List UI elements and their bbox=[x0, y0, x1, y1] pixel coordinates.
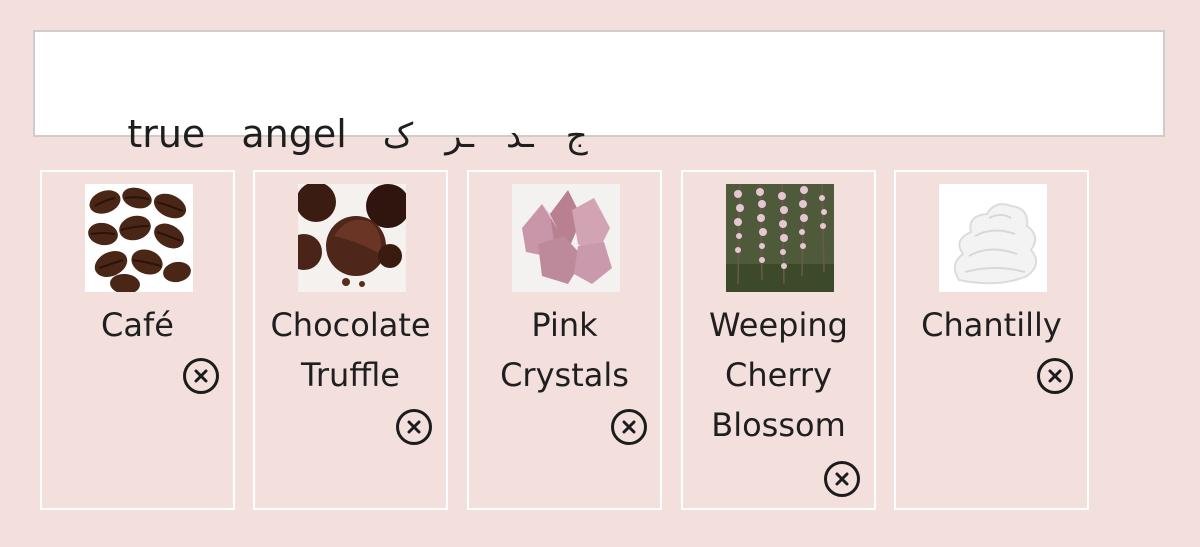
pink-crystals-image bbox=[512, 184, 620, 292]
card-label-line-2: Truffle bbox=[301, 356, 400, 394]
whipped-cream-image bbox=[939, 184, 1047, 292]
card-label-line-1: Pink bbox=[531, 306, 598, 344]
search-glyph-1: ک bbox=[382, 116, 414, 156]
cherry-blossom-image bbox=[726, 184, 834, 292]
chocolate-truffle-image bbox=[298, 184, 406, 292]
remove-cafe-button[interactable] bbox=[183, 358, 219, 394]
tag-card-cafe: Café bbox=[40, 170, 235, 510]
search-word-true: true bbox=[127, 112, 206, 156]
card-label-line-1: Chocolate bbox=[270, 306, 431, 344]
card-label: Chantilly bbox=[896, 300, 1087, 350]
search-glyph-3: ـد bbox=[505, 116, 534, 156]
search-glyph-2: ـر bbox=[445, 116, 474, 156]
card-label-line-2: Cherry bbox=[725, 356, 832, 394]
card-label: Chocolate Truffle bbox=[255, 300, 446, 400]
card-label-line-2: Crystals bbox=[500, 356, 629, 394]
close-icon bbox=[622, 420, 636, 434]
card-label: Café bbox=[42, 300, 233, 350]
card-label-line-1: Chantilly bbox=[921, 306, 1062, 344]
search-glyph-4: ج bbox=[565, 116, 588, 156]
card-label: Pink Crystals bbox=[469, 300, 660, 400]
search-word-angel: angel bbox=[241, 112, 347, 156]
search-input[interactable]: true angel ک ـر ـد ج bbox=[33, 30, 1165, 156]
close-icon bbox=[194, 369, 208, 383]
close-icon bbox=[1048, 369, 1062, 383]
tag-card-chantilly: Chantilly bbox=[894, 170, 1089, 510]
remove-chocolate-truffle-button[interactable] bbox=[396, 409, 432, 445]
close-icon bbox=[407, 420, 421, 434]
coffee-beans-image bbox=[85, 184, 193, 292]
card-label-line-1: Weeping bbox=[709, 306, 848, 344]
card-label-line-1: Café bbox=[101, 306, 174, 344]
card-label-line-3: Blossom bbox=[711, 406, 846, 444]
card-label: Weeping Cherry Blossom bbox=[683, 300, 874, 450]
remove-pink-crystals-button[interactable] bbox=[611, 409, 647, 445]
close-icon bbox=[835, 472, 849, 486]
remove-chantilly-button[interactable] bbox=[1037, 358, 1073, 394]
tag-card-chocolate-truffle: Chocolate Truffle bbox=[253, 170, 448, 510]
remove-weeping-cherry-blossom-button[interactable] bbox=[824, 461, 860, 497]
tag-card-weeping-cherry-blossom: Weeping Cherry Blossom bbox=[681, 170, 876, 510]
tag-card-pink-crystals: Pink Crystals bbox=[467, 170, 662, 510]
